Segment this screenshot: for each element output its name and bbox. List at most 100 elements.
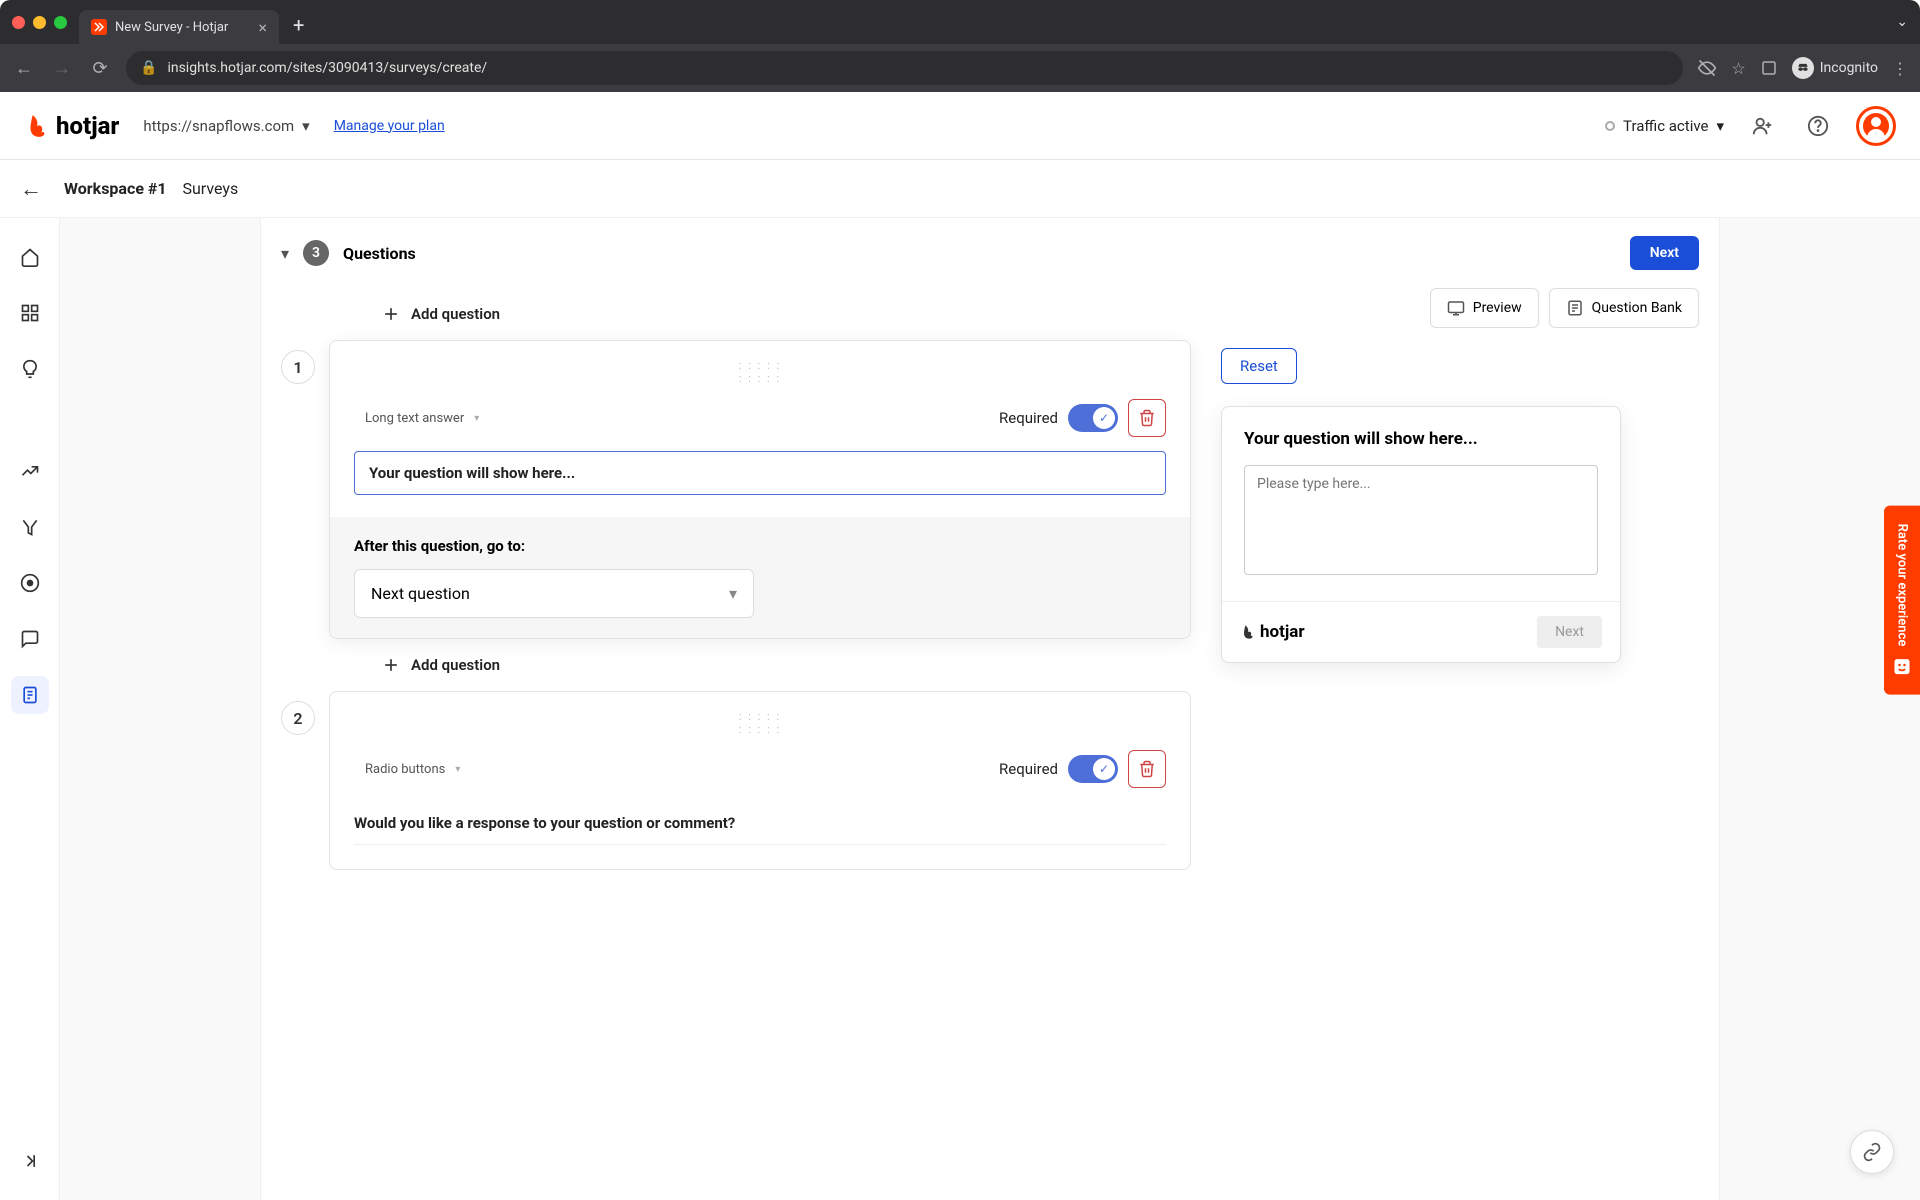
section-header: ▾ 3 Questions Next (261, 218, 1719, 288)
preview-question-title: Your question will show here... (1244, 429, 1598, 449)
required-toggle[interactable]: ✓ (1068, 755, 1118, 783)
step-badge: 3 (303, 240, 329, 266)
chevron-down-icon: ▾ (302, 117, 310, 135)
drag-handle-icon[interactable]: : : : : :: : : : : (354, 710, 1166, 736)
feedback-side-tab[interactable]: Rate your experience (1884, 506, 1920, 695)
question-text-input[interactable] (354, 802, 1166, 845)
chevron-down-icon: ▾ (455, 764, 460, 775)
nav-dashboard-icon[interactable] (11, 294, 49, 332)
hotjar-logo[interactable]: hotjar (24, 112, 119, 140)
preview-answer-textarea[interactable] (1244, 465, 1598, 575)
question-type-selector[interactable]: Radio buttons ▾ (354, 755, 471, 784)
incognito-icon (1792, 57, 1814, 79)
preview-next-button[interactable]: Next (1537, 616, 1602, 648)
preview-brand-text: hotjar (1260, 622, 1305, 642)
chevron-down-icon: ▾ (1716, 117, 1724, 135)
new-tab-button[interactable]: + (293, 13, 304, 37)
avatar-icon (1863, 113, 1889, 139)
back-arrow-button[interactable]: ← (20, 176, 42, 202)
chevron-down-icon: ▾ (474, 413, 479, 424)
after-question-label: After this question, go to: (354, 537, 1166, 555)
question-card: : : : : :: : : : : Radio buttons ▾ Requi… (329, 691, 1191, 870)
nav-highlights-icon[interactable] (11, 350, 49, 388)
delete-question-button[interactable] (1128, 399, 1166, 437)
share-link-button[interactable] (1850, 1130, 1894, 1174)
extensions-icon[interactable] (1760, 59, 1778, 77)
close-window-button[interactable] (12, 16, 25, 29)
invite-user-button[interactable] (1744, 108, 1780, 144)
after-question-section: After this question, go to: Next questio… (330, 517, 1190, 638)
required-toggle[interactable]: ✓ (1068, 404, 1118, 432)
nav-recordings-icon[interactable] (11, 564, 49, 602)
question-text-input[interactable] (354, 451, 1166, 495)
question-type-label: Long text answer (365, 411, 464, 426)
question-number-badge: 1 (281, 350, 315, 384)
site-selector[interactable]: https://snapflows.com ▾ (143, 117, 309, 135)
preview-button-label: Preview (1473, 300, 1522, 316)
reload-button[interactable]: ⟳ (88, 58, 112, 79)
logo-text: hotjar (56, 112, 119, 140)
traffic-status-label: Traffic active (1623, 117, 1708, 135)
goto-selector[interactable]: Next question ▾ (354, 569, 754, 618)
add-question-label: Add question (411, 305, 500, 323)
reset-button[interactable]: Reset (1221, 348, 1297, 384)
smiley-icon (1892, 656, 1912, 676)
nav-funnels-icon[interactable] (11, 508, 49, 546)
breadcrumb: Workspace #1 Surveys (64, 179, 238, 198)
next-step-button[interactable]: Next (1630, 236, 1699, 270)
back-button[interactable]: ← (12, 58, 36, 79)
incognito-badge: Incognito (1792, 57, 1878, 79)
user-avatar[interactable] (1856, 106, 1896, 146)
question-block: 1 : : : : :: : : : : Long text answer ▾ … (281, 340, 1191, 639)
preview-button[interactable]: Preview (1430, 288, 1539, 328)
nav-surveys-icon[interactable] (11, 676, 49, 714)
nav-collapse-icon[interactable] (11, 1142, 49, 1180)
close-tab-icon[interactable]: × (258, 18, 267, 37)
survey-editor-panel: ▾ 3 Questions Next Add question 1 : : : … (260, 218, 1720, 1200)
browser-tab[interactable]: New Survey - Hotjar × (79, 10, 279, 44)
toggle-knob-icon: ✓ (1093, 758, 1115, 780)
breadcrumb-section[interactable]: Surveys (182, 179, 238, 198)
preview-hotjar-logo: hotjar (1240, 622, 1305, 642)
goto-value: Next question (371, 584, 470, 603)
flame-icon (24, 113, 50, 139)
tab-title: New Survey - Hotjar (115, 20, 228, 35)
drag-handle-icon[interactable]: : : : : :: : : : : (354, 359, 1166, 385)
required-label: Required (999, 409, 1058, 427)
section-collapse-toggle[interactable]: ▾ (281, 244, 289, 263)
eye-off-icon[interactable] (1697, 58, 1717, 78)
lock-icon: 🔒 (140, 60, 157, 76)
delete-question-button[interactable] (1128, 750, 1166, 788)
browser-menu-icon[interactable]: ⋮ (1892, 59, 1908, 78)
questions-editor-column: Add question 1 : : : : :: : : : : Long t… (281, 288, 1191, 870)
app-header: hotjar https://snapflows.com ▾ Manage yo… (0, 92, 1920, 160)
incognito-label: Incognito (1820, 60, 1878, 76)
tab-overflow-icon[interactable]: ⌄ (1896, 14, 1908, 30)
browser-tab-strip: New Survey - Hotjar × + ⌄ (0, 0, 1920, 44)
add-question-button-top[interactable]: Add question (281, 288, 1191, 340)
nav-trends-icon[interactable] (11, 452, 49, 490)
question-type-label: Radio buttons (365, 762, 445, 777)
bookmark-star-icon[interactable]: ☆ (1731, 59, 1745, 78)
forward-button[interactable]: → (50, 58, 74, 79)
nav-home-icon[interactable] (11, 238, 49, 276)
traffic-status-dropdown[interactable]: Traffic active ▾ (1605, 117, 1724, 135)
tab-favicon-icon (91, 19, 107, 35)
question-block: 2 : : : : :: : : : : Radio buttons ▾ Req… (281, 691, 1191, 870)
preview-column: Preview Question Bank Reset Your questio… (1221, 288, 1699, 870)
required-label: Required (999, 760, 1058, 778)
maximize-window-button[interactable] (54, 16, 67, 29)
url-text: insights.hotjar.com/sites/3090413/survey… (167, 60, 487, 76)
window-controls (12, 16, 67, 29)
manage-plan-link[interactable]: Manage your plan (334, 118, 445, 134)
question-bank-button[interactable]: Question Bank (1549, 288, 1699, 328)
minimize-window-button[interactable] (33, 16, 46, 29)
breadcrumb-workspace[interactable]: Workspace #1 (64, 179, 167, 198)
nav-feedback-icon[interactable] (11, 620, 49, 658)
address-bar[interactable]: 🔒 insights.hotjar.com/sites/3090413/surv… (126, 51, 1683, 85)
help-button[interactable] (1800, 108, 1836, 144)
feedback-tab-label: Rate your experience (1895, 524, 1910, 647)
question-type-selector[interactable]: Long text answer ▾ (354, 404, 490, 433)
left-nav-rail (0, 218, 60, 1200)
add-question-button-mid[interactable]: Add question (281, 639, 1191, 691)
